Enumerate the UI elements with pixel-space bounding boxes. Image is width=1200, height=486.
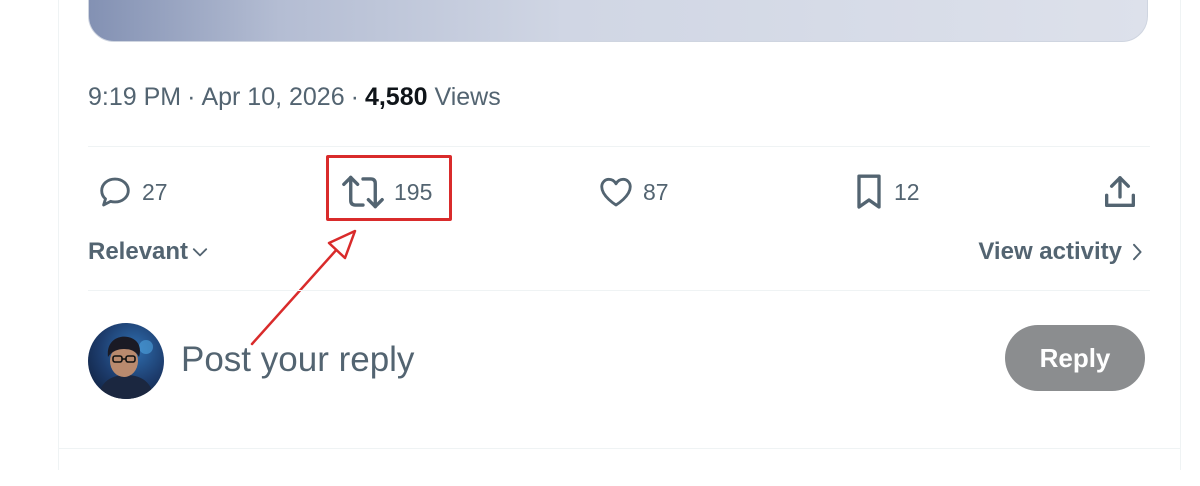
sort-label: Relevant: [88, 238, 189, 265]
view-activity-label: View activity: [978, 238, 1122, 265]
share-icon: [1100, 172, 1140, 212]
chevron-down-icon: [191, 243, 209, 261]
user-avatar[interactable]: [88, 323, 164, 399]
view-activity-link[interactable]: View activity: [978, 236, 1143, 268]
reply-input[interactable]: [181, 335, 941, 385]
reply-action-button[interactable]: 27: [96, 170, 168, 214]
bookmark-icon: [852, 172, 886, 212]
bookmark-action-button[interactable]: 12: [852, 170, 920, 214]
column-border-right: [1180, 0, 1181, 470]
views-count: 4,580: [364, 82, 428, 111]
post-metadata: 9:19 PM · Apr 10, 2026 · 4,580 Views: [88, 80, 501, 114]
separator-dot: ·: [187, 82, 196, 111]
like-count: 87: [643, 178, 669, 205]
annotation-highlight-box: [326, 155, 452, 221]
views-label: Views: [434, 82, 501, 111]
post-media-image[interactable]: [88, 0, 1148, 42]
column-border-left: [58, 0, 59, 470]
share-action-button[interactable]: [1100, 170, 1140, 214]
reply-count: 27: [142, 178, 168, 205]
post-time[interactable]: 9:19 PM: [88, 83, 181, 112]
bottom-divider: [58, 448, 1181, 449]
bookmark-count: 12: [894, 178, 920, 205]
divider: [88, 146, 1150, 147]
reply-button[interactable]: Reply: [1005, 325, 1145, 391]
replies-sort-dropdown[interactable]: Relevant: [88, 236, 209, 268]
separator-dot: ·: [350, 82, 359, 111]
divider: [88, 290, 1150, 291]
chevron-right-icon: [1131, 242, 1143, 262]
post-date[interactable]: Apr 10, 2026: [201, 83, 344, 112]
heart-icon: [597, 173, 635, 211]
like-action-button[interactable]: 87: [597, 170, 669, 214]
comment-icon: [96, 173, 134, 211]
